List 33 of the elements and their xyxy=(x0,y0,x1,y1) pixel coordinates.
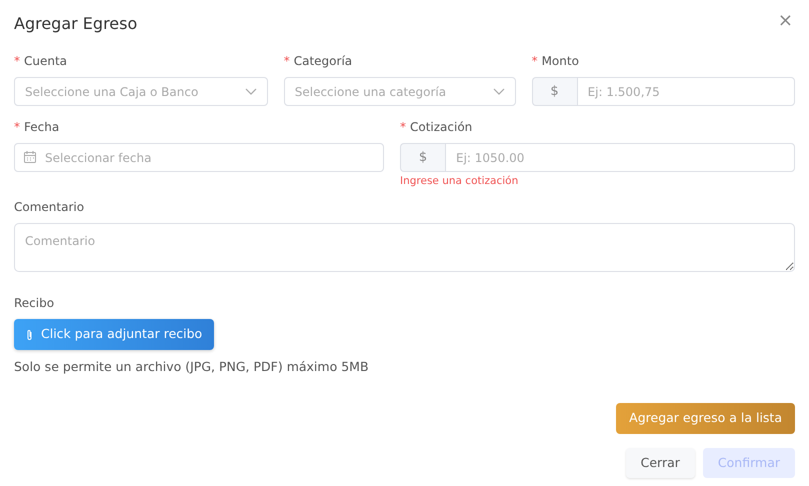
error-message: Ingrese una cotización xyxy=(400,174,520,189)
paperclip-icon xyxy=(26,328,33,341)
field-label: Categoría xyxy=(294,54,352,68)
field-label: Cotización xyxy=(410,120,472,134)
chevron-down-icon xyxy=(492,88,505,96)
field-label: Recibo xyxy=(14,295,56,312)
close-dialog-button[interactable]: Cerrar xyxy=(626,448,695,478)
dialog-title: Agregar Egreso xyxy=(14,13,138,35)
field-label: Cuenta xyxy=(24,54,68,68)
currency-prefix: $ xyxy=(532,77,577,106)
select-field[interactable]: Seleccione una categoría xyxy=(284,77,516,106)
comment-field[interactable]: Comentario xyxy=(14,222,795,272)
chevron-down-icon xyxy=(244,88,257,96)
add-to-list-button[interactable]: Agregar egreso a la lista xyxy=(616,402,795,434)
field-label: Monto xyxy=(542,54,579,68)
required-mark: * xyxy=(532,54,538,68)
currency-prefix: $ xyxy=(400,143,445,172)
required-mark: * xyxy=(14,120,20,134)
upload-hint: Solo se permite un archivo (JPG, PNG, PDF) máximo 5MB xyxy=(14,358,370,376)
select-placeholder: Seleccione una categoría xyxy=(294,84,446,100)
field-label: Fecha xyxy=(24,120,60,134)
input-field[interactable]: Ej: 1050.00 xyxy=(445,143,795,172)
required-mark: * xyxy=(400,120,406,134)
close-button[interactable]: × xyxy=(776,12,795,30)
field-label: Comentario xyxy=(14,198,86,216)
required-mark: * xyxy=(284,54,290,68)
date-field[interactable]: Seleccionar fecha xyxy=(14,143,384,172)
required-mark: * xyxy=(14,54,20,68)
select-placeholder: Seleccione una Caja o Banco xyxy=(25,84,198,100)
calendar-icon xyxy=(24,151,36,163)
select-field[interactable]: Seleccione una Caja o Banco xyxy=(14,77,268,106)
upload-button[interactable]: Click para adjuntar recibo xyxy=(14,319,214,350)
input-field[interactable]: Ej: 1.500,75 xyxy=(576,77,795,106)
